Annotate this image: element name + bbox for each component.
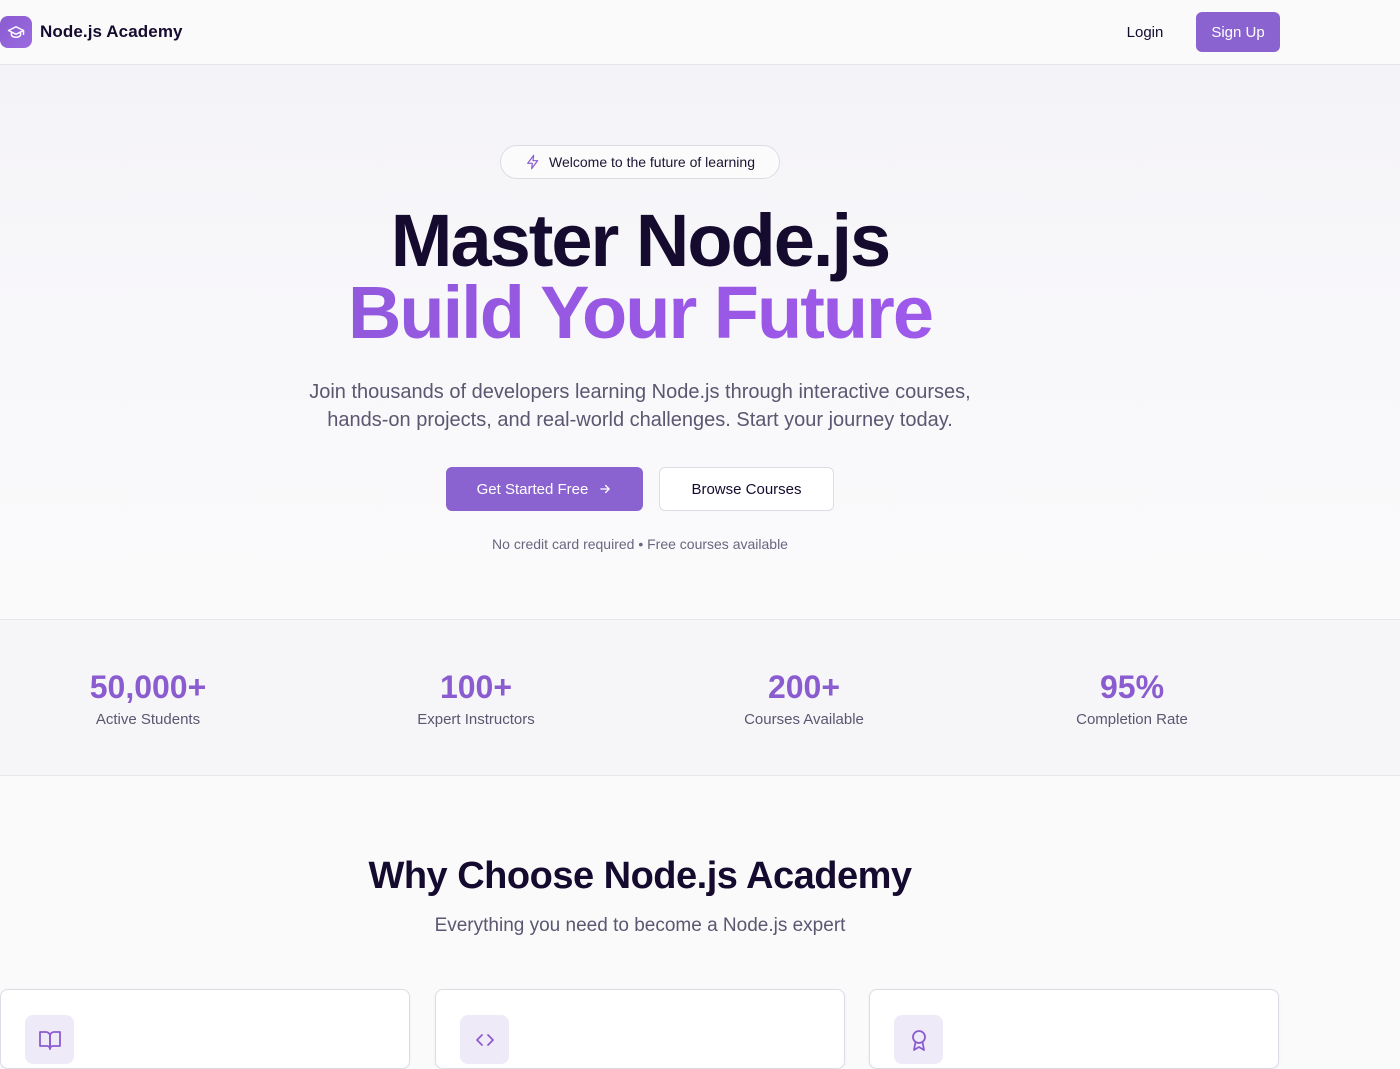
stat-item: 50,000+ Active Students <box>0 668 298 728</box>
stat-label: Expert Instructors <box>417 711 535 728</box>
feature-card <box>869 989 1279 1069</box>
hero-title-accent: Build Your Future <box>0 276 1280 350</box>
stat-value: 95% <box>1099 669 1165 705</box>
get-started-button[interactable]: Get Started Free <box>446 467 643 511</box>
site-header: Node.js Academy Login Sign Up <box>0 0 1400 65</box>
lightning-icon <box>525 154 541 170</box>
award-icon <box>894 1015 943 1064</box>
feature-card <box>0 989 410 1069</box>
stat-label: Courses Available <box>744 711 864 728</box>
features-subtitle: Everything you need to become a Node.js … <box>434 915 846 936</box>
get-started-label: Get Started Free <box>476 480 589 498</box>
brand[interactable]: Node.js Academy <box>0 16 183 48</box>
stat-item: 95% Completion Rate <box>982 668 1282 728</box>
features-title: Why Choose Node.js Academy <box>368 855 912 897</box>
stat-value: 50,000+ <box>89 669 207 705</box>
brand-name: Node.js Academy <box>40 22 183 41</box>
stats-section: 50,000+ Active Students 100+ Expert Inst… <box>0 620 1400 776</box>
stat-item: 200+ Courses Available <box>654 668 954 728</box>
hero-section: Welcome to the future of learning Master… <box>0 65 1400 620</box>
stat-item: 100+ Expert Instructors <box>326 668 626 728</box>
stat-label: Active Students <box>95 711 201 728</box>
signup-button[interactable]: Sign Up <box>1196 12 1280 52</box>
hero-description: Join thousands of developers learning No… <box>270 378 1010 434</box>
welcome-badge: Welcome to the future of learning <box>500 145 780 179</box>
hero-note: No credit card required • Free courses a… <box>492 536 788 552</box>
feature-card <box>435 989 845 1069</box>
arrow-right-icon <box>598 482 612 496</box>
stat-value: 100+ <box>439 669 513 705</box>
hero-description-line2: hands-on projects, and real-world challe… <box>327 409 953 431</box>
badge-text: Welcome to the future of learning <box>549 154 755 170</box>
book-open-icon <box>25 1015 74 1064</box>
stat-value: 200+ <box>767 669 841 705</box>
hero-description-line1: Join thousands of developers learning No… <box>309 381 971 403</box>
hero-title: Master Node.js <box>390 199 891 282</box>
browse-courses-button[interactable]: Browse Courses <box>659 467 834 511</box>
code-icon <box>460 1015 509 1064</box>
stat-label: Completion Rate <box>1076 711 1188 728</box>
login-button[interactable]: Login <box>1110 12 1180 52</box>
graduation-cap-icon <box>0 16 32 48</box>
